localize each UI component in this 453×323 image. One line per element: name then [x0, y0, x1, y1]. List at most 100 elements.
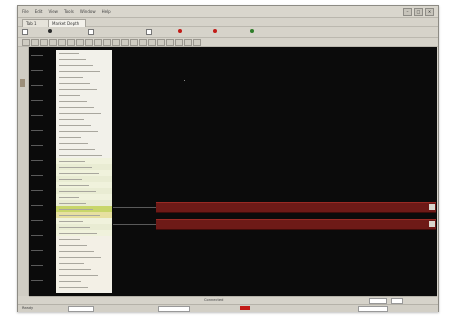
checkbox-icon — [88, 29, 94, 35]
ladder-row-text — [59, 95, 80, 96]
alert-indicator — [240, 306, 250, 310]
option-4[interactable] — [178, 29, 182, 33]
plot-point — [184, 80, 185, 81]
toolbar-button[interactable] — [58, 39, 66, 46]
toolbar-button[interactable] — [166, 39, 174, 46]
gutter-marker — [20, 79, 25, 87]
toolbar — [18, 38, 438, 47]
y-axis-tick — [31, 265, 43, 266]
ladder-row-text — [59, 107, 94, 108]
ladder-row-text — [59, 233, 97, 234]
checkbox-icon — [146, 29, 152, 35]
ladder-row-text — [59, 89, 97, 90]
toolbar-button[interactable] — [49, 39, 57, 46]
option-3[interactable] — [146, 29, 152, 35]
green-dot-icon — [250, 29, 254, 33]
toolbar-button[interactable] — [184, 39, 192, 46]
y-axis-tick — [31, 130, 43, 131]
y-axis-tick — [31, 160, 43, 161]
info-bar: Connected — [29, 296, 437, 304]
status-bar: Ready — [18, 304, 438, 312]
radio-icon — [48, 29, 52, 33]
bar-end-cap — [429, 204, 435, 210]
ladder-row-text — [59, 71, 100, 72]
ladder-row-text — [59, 101, 87, 102]
menu-item-tools[interactable]: Tools — [64, 9, 74, 14]
ladder-row-text — [59, 269, 91, 270]
ladder-row-text — [59, 275, 98, 276]
price-ladder — [56, 50, 112, 293]
depth-plot[interactable] — [29, 47, 437, 296]
menu-item-help[interactable]: Help — [102, 9, 111, 14]
depth-bar[interactable] — [156, 202, 436, 213]
ladder-row-text — [59, 143, 88, 144]
maximize-icon[interactable]: □ — [414, 8, 423, 16]
toolbar-button[interactable] — [85, 39, 93, 46]
option-6[interactable] — [250, 29, 254, 33]
close-icon[interactable]: × — [425, 8, 434, 16]
toolbar-button[interactable] — [31, 39, 39, 46]
ladder-row-text — [59, 173, 99, 174]
toolbar-button[interactable] — [139, 39, 147, 46]
status-field[interactable] — [68, 306, 94, 312]
toolbar-button[interactable] — [76, 39, 84, 46]
option-2[interactable] — [88, 29, 94, 35]
toolbar-button[interactable] — [112, 39, 120, 46]
toolbar-button[interactable] — [148, 39, 156, 46]
y-axis-tick — [31, 190, 43, 191]
y-axis-tick — [31, 85, 43, 86]
toolbar-button[interactable] — [193, 39, 201, 46]
status-field[interactable] — [158, 306, 190, 312]
minimize-icon[interactable]: – — [403, 8, 412, 16]
ladder-row-text — [59, 119, 84, 120]
window-controls: – □ × — [403, 8, 434, 16]
y-axis-tick — [31, 220, 43, 221]
toolbar-button[interactable] — [130, 39, 138, 46]
ladder-row-text — [59, 263, 84, 264]
toolbar-button[interactable] — [22, 39, 30, 46]
tab-market-depth[interactable]: Market Depth — [48, 19, 86, 27]
menu-item-window[interactable]: Window — [80, 9, 96, 14]
bar-end-cap — [429, 221, 435, 227]
toolbar-button[interactable] — [40, 39, 48, 46]
ladder-row-text — [59, 113, 101, 114]
status-field[interactable] — [358, 306, 388, 312]
ladder-row-text — [59, 239, 80, 240]
ladder-row-text — [59, 281, 81, 282]
menu-list: File Edit View Tools Window Help — [22, 9, 111, 14]
ladder-row-text — [59, 287, 88, 288]
toolbar-button[interactable] — [103, 39, 111, 46]
toolbar-button[interactable] — [175, 39, 183, 46]
ladder-row-text — [59, 257, 101, 258]
menu-item-edit[interactable]: Edit — [35, 9, 43, 14]
menu-item-view[interactable]: View — [48, 9, 58, 14]
checkbox-icon — [22, 29, 28, 35]
menu-item-file[interactable]: File — [22, 9, 29, 14]
ladder-row-text — [59, 191, 96, 192]
ladder-row-text — [59, 59, 86, 60]
ladder-row-text — [59, 53, 79, 54]
ladder-row-text — [59, 137, 81, 138]
y-axis-tick — [31, 100, 43, 101]
depth-bar[interactable] — [156, 219, 436, 230]
ladder-row-text — [59, 83, 90, 84]
ladder-row-text — [59, 155, 102, 156]
ladder-row-text — [59, 77, 83, 78]
toolbar-button[interactable] — [67, 39, 75, 46]
ladder-row[interactable] — [56, 284, 112, 290]
ladder-row-text — [59, 209, 93, 210]
left-gutter — [18, 47, 29, 296]
toolbar-button[interactable] — [157, 39, 165, 46]
connector-line — [113, 207, 156, 208]
app-window: File Edit View Tools Window Help – □ × Tab 1 … — [17, 5, 439, 312]
option-5[interactable] — [213, 29, 217, 33]
option-1[interactable] — [48, 29, 52, 33]
toolbar-button[interactable] — [94, 39, 102, 46]
ladder-row-text — [59, 227, 90, 228]
y-axis-tick — [31, 250, 43, 251]
symbol-field[interactable] — [22, 29, 28, 35]
y-axis-tick — [31, 280, 43, 281]
toolbar-button[interactable] — [121, 39, 129, 46]
ladder-row-text — [59, 221, 83, 222]
ladder-row-text — [59, 179, 82, 180]
